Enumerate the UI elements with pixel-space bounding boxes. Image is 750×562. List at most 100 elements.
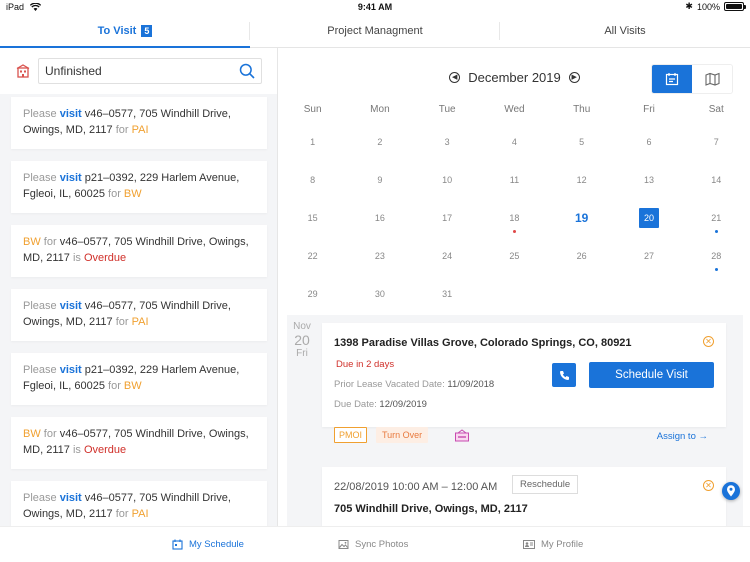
calendar-day[interactable]: 17 [414, 200, 481, 238]
weekday-header: Sun Mon Tue Wed Thu Fri Sat [279, 104, 750, 124]
visit-card[interactable]: 22/08/2019 10:00 AM – 12:00 AM Reschedul… [322, 467, 726, 526]
weekday-label: Wed [504, 104, 525, 115]
calendar-day[interactable]: 9 [346, 162, 413, 200]
battery-icon [724, 2, 746, 11]
calendar-day[interactable]: 6 [615, 124, 682, 162]
calendar-week: 29 30 31 [279, 276, 750, 314]
tab-all-visits[interactable]: All Visits [500, 14, 750, 47]
tab-to-visit[interactable]: To Visit 5 [0, 14, 250, 48]
calendar-day[interactable]: 27 [615, 238, 682, 276]
profile-card-icon [523, 540, 535, 549]
calendar-day[interactable]: 23 [346, 238, 413, 276]
turn-over-tag: Turn Over [376, 427, 429, 443]
view-toggle [652, 65, 732, 93]
count-badge: 5 [141, 24, 153, 37]
calendar-day[interactable]: 19 [548, 200, 615, 238]
list-item[interactable]: Please visit p21–0392, 229 Harlem Avenue… [11, 353, 267, 405]
day-number: 24 [442, 251, 453, 261]
search-icon[interactable] [239, 63, 255, 79]
day-number: 13 [643, 175, 654, 185]
filter-input[interactable] [45, 64, 225, 78]
list-item[interactable]: Please visit p21–0392, 229 Harlem Avenue… [11, 161, 267, 213]
calendar-day[interactable]: 8 [279, 162, 346, 200]
calendar-day[interactable]: 26 [548, 238, 615, 276]
nav-my-profile[interactable]: My Profile [523, 539, 583, 550]
close-icon[interactable]: ✕ [703, 336, 714, 347]
battery-percent: 100% [696, 1, 720, 12]
sale-sign-icon [454, 429, 470, 443]
calendar-empty [615, 276, 682, 314]
list-item[interactable]: Please visit v46–0577, 705 Windhill Driv… [11, 289, 267, 341]
nav-label: My Schedule [189, 539, 244, 550]
day-number: 6 [646, 137, 652, 147]
calendar-week: 22 23 24 25 26 27 28 [279, 238, 750, 276]
calendar-day[interactable]: 12 [548, 162, 615, 200]
day-number: 1 [310, 137, 316, 147]
day-number: 14 [711, 175, 722, 185]
calendar-day[interactable]: 11 [481, 162, 548, 200]
calendar-day[interactable]: 14 [683, 162, 750, 200]
calendar-day[interactable]: 28 [683, 238, 750, 276]
day-number: 19 [575, 211, 589, 225]
calendar-day[interactable]: 25 [481, 238, 548, 276]
day-number: 20 [638, 208, 659, 228]
calendar-day[interactable]: 21 [683, 200, 750, 238]
calendar-day[interactable]: 4 [481, 124, 548, 162]
list-item[interactable]: BW for v46–0577, 705 Windhill Drive, Owi… [11, 417, 267, 469]
calendar-day[interactable]: 20 [615, 200, 682, 238]
calendar-empty [683, 276, 750, 314]
event-dot [512, 230, 516, 233]
day-number: 3 [444, 137, 450, 147]
tab-label: Project Managment [327, 24, 423, 37]
prev-month-icon[interactable]: ◀ [449, 72, 461, 83]
day-number: 18 [509, 213, 520, 223]
weekday-label: Mon [370, 104, 390, 115]
calendar-empty [548, 276, 615, 314]
calendar-day[interactable]: 13 [615, 162, 682, 200]
tab-label: To Visit [97, 24, 137, 37]
day-number: 12 [576, 175, 587, 185]
list-item[interactable]: Please visit v46–0577, 705 Windhill Driv… [11, 481, 267, 526]
calendar-day[interactable]: 1 [279, 124, 346, 162]
calendar-week: 1 2 3 4 5 6 7 [279, 124, 750, 162]
calendar-day[interactable]: 16 [346, 200, 413, 238]
list-item[interactable]: Please visit v46–0577, 705 Windhill Driv… [11, 97, 267, 149]
lease-date: Prior Lease Vacated Date: 11/09/2018 [334, 379, 495, 390]
close-icon[interactable]: ✕ [703, 480, 714, 491]
calendar-day[interactable]: 2 [346, 124, 413, 162]
day-number: 17 [442, 213, 453, 223]
calendar-day[interactable]: 15 [279, 200, 346, 238]
calendar-view-button[interactable] [652, 65, 692, 93]
calendar-day[interactable]: 30 [346, 276, 413, 314]
list-item[interactable]: BW for v46–0577, 705 Windhill Drive, Owi… [11, 225, 267, 277]
location-pin-icon[interactable] [722, 482, 740, 500]
calendar-day[interactable]: 7 [683, 124, 750, 162]
calendar-day[interactable]: 18 [481, 200, 548, 238]
calendar-day[interactable]: 31 [414, 276, 481, 314]
calendar-day[interactable]: 3 [414, 124, 481, 162]
next-month-icon[interactable]: ▶ [568, 72, 580, 83]
calendar-day[interactable]: 29 [279, 276, 346, 314]
nav-my-schedule[interactable]: My Schedule [172, 539, 244, 550]
tab-project-management[interactable]: Project Managment [250, 14, 500, 47]
visit-card[interactable]: 1398 Paradise Villas Grove, Colorado Spr… [322, 323, 726, 443]
building-icon[interactable] [16, 64, 30, 78]
day-number: 7 [713, 137, 719, 147]
call-button[interactable] [552, 363, 576, 387]
schedule-visit-button[interactable]: Schedule Visit [589, 362, 714, 388]
reschedule-button[interactable]: Reschedule [512, 475, 579, 494]
day-number: 15 [307, 213, 318, 223]
calendar-day[interactable]: 5 [548, 124, 615, 162]
nav-sync-photos[interactable]: Sync Photos [338, 539, 408, 550]
calendar-day[interactable]: 24 [414, 238, 481, 276]
due-in-label: Due in 2 days [336, 359, 395, 370]
assign-to-link[interactable]: Assign to → [657, 431, 708, 442]
day-number: 28 [711, 251, 722, 261]
filter-search[interactable] [38, 58, 262, 84]
day-number: 22 [307, 251, 318, 261]
map-view-button[interactable] [692, 65, 732, 93]
calendar-day[interactable]: 22 [279, 238, 346, 276]
calendar-empty [481, 276, 548, 314]
day-number: 2 [377, 137, 383, 147]
calendar-day[interactable]: 10 [414, 162, 481, 200]
